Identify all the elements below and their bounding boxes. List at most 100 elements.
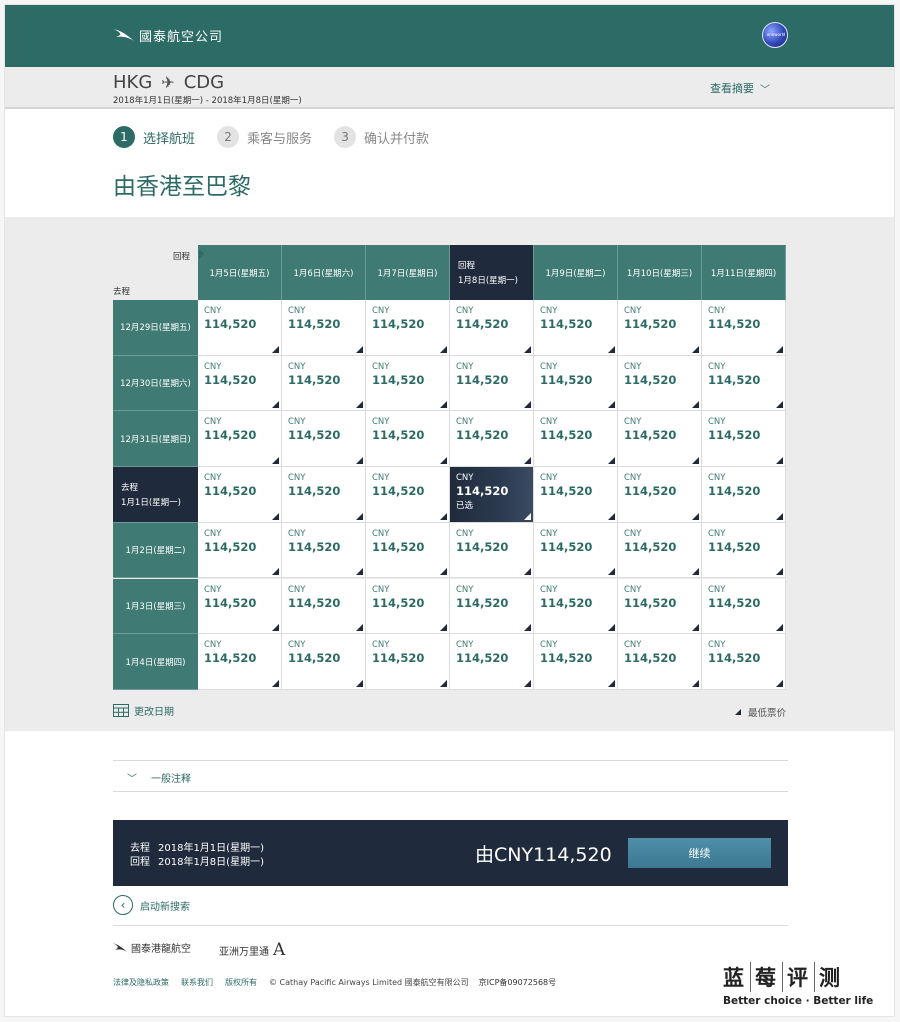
fare-cell[interactable]: CNY 114,520 [702,411,786,468]
selected-return-tag: 回程 [458,261,476,271]
fare-currency: CNY [288,306,306,316]
fare-amount: 114,520 [708,651,761,666]
fare-cell[interactable]: CNY 114,520 [618,300,702,356]
new-search-label: 启动新搜索 [140,901,190,913]
fare-cell[interactable]: CNY 114,520 [282,300,366,356]
fare-cell[interactable]: CNY 114,520 [366,634,450,690]
fare-cell[interactable]: CNY 114,520 [450,411,534,468]
total-price: 由CNY114,520 [475,844,612,866]
fare-cell[interactable]: CNY 114,520 [198,355,282,412]
lowest-fare-triangle-icon [272,679,279,687]
fare-cell[interactable]: CNY 114,520 [282,467,366,523]
fare-amount: 114,520 [540,428,593,443]
divider [113,760,788,761]
return-date-header: 回程 1月8日(星期一) [450,245,534,300]
fare-cell[interactable]: CNY 114,520 [198,467,282,523]
fare-currency: CNY [288,361,306,372]
change-date-link[interactable]: 更改日期 [113,703,174,718]
lowest-fare-triangle-icon [692,624,699,632]
lowest-fare-triangle-icon [692,679,699,687]
step-passengers: 2 乘客与服务 [217,126,312,148]
fare-cell[interactable]: CNY 114,520 [198,578,282,635]
fare-amount: 114,520 [624,317,677,331]
fare-cell[interactable]: CNY 114,520 [282,522,366,579]
fare-cell[interactable]: CNY 114,520 [618,355,702,412]
watermark-char: 评 [783,962,815,992]
fare-cell[interactable]: CNY 114,520 [198,411,282,468]
new-search-link[interactable]: ‹ 启动新搜索 [113,895,190,915]
brushwing-icon [114,29,134,41]
fare-cell[interactable]: CNY 114,520 已选 [450,467,534,523]
fare-cell[interactable]: CNY 114,520 [534,300,618,356]
lowest-fare-triangle-icon [692,345,699,353]
fare-cell[interactable]: CNY 114,520 [450,578,534,635]
fare-cell[interactable]: CNY 114,520 [702,467,786,523]
fare-cell[interactable]: CNY 114,520 [366,522,450,579]
return-date-label: 1月10日(星期三) [626,268,693,279]
fare-amount: 114,520 [456,372,509,387]
fare-currency: CNY [624,528,642,539]
fare-cell[interactable]: CNY 114,520 [702,634,786,690]
fare-cell[interactable]: CNY 114,520 [618,522,702,579]
cathay-logo[interactable]: 國泰航空公司 [113,25,223,45]
lowest-fare-triangle-icon [524,512,531,520]
fare-cell[interactable]: CNY 114,520 [618,578,702,635]
fare-cell[interactable]: CNY 114,520 [198,634,282,690]
fare-cell[interactable]: CNY 114,520 [534,467,618,523]
fare-amount: 114,520 [624,595,677,610]
fare-currency: CNY [540,584,558,595]
lowest-fare-triangle-icon [776,401,783,409]
fare-currency: CNY [624,361,642,372]
copyright-link[interactable]: 版权所有 [225,977,257,988]
fare-currency: CNY [204,361,222,372]
fare-currency: CNY [372,528,390,539]
fare-cell[interactable]: CNY 114,520 [534,522,618,579]
fare-cell[interactable]: CNY 114,520 [450,300,534,356]
lowest-fare-triangle-icon [608,568,615,576]
fare-cell[interactable]: CNY 114,520 [534,355,618,412]
fare-cell[interactable]: CNY 114,520 [366,467,450,523]
general-notes-toggle[interactable]: ﹀ 一般注释 [127,770,191,785]
fare-cell[interactable]: CNY 114,520 [702,300,786,356]
return-date-header: 1月11日(星期四) [702,245,786,300]
progress-steps: 1 选择航班 2 乘客与服务 3 确认并付款 [113,126,451,148]
fare-cell[interactable]: CNY 114,520 [618,467,702,523]
fare-amount: 114,520 [456,595,509,610]
fare-cell[interactable]: CNY 114,520 [198,522,282,579]
fare-cell[interactable]: CNY 114,520 [450,634,534,690]
legal-privacy-link[interactable]: 法律及隐私政策 [113,977,169,988]
fare-cell[interactable]: CNY 114,520 [702,355,786,412]
fare-currency: CNY [204,640,222,651]
fare-cell[interactable]: CNY 114,520 [366,300,450,356]
fare-cell[interactable]: CNY 114,520 [618,411,702,468]
fare-amount: 114,520 [204,539,257,554]
fare-cell[interactable]: CNY 114,520 [450,522,534,579]
fare-cell[interactable]: CNY 114,520 [534,411,618,468]
fare-cell[interactable]: CNY 114,520 [282,411,366,468]
fare-cell[interactable]: CNY 114,520 [282,578,366,635]
lowest-fare-triangle-icon [692,568,699,576]
fare-cell[interactable]: CNY 114,520 [282,634,366,690]
fare-cell[interactable]: CNY 114,520 [534,634,618,690]
contact-us-link[interactable]: 联系我们 [181,977,213,988]
fare-cell[interactable]: CNY 114,520 [618,634,702,690]
fare-cell[interactable]: CNY 114,520 [366,411,450,468]
fare-cell[interactable]: CNY 114,520 [198,300,282,356]
fare-cell[interactable]: CNY 114,520 [702,522,786,579]
fare-amount: 114,520 [624,372,677,387]
fare-cell[interactable]: CNY 114,520 [534,578,618,635]
fare-currency: CNY [456,417,474,428]
fare-amount: 114,520 [624,484,677,499]
fare-currency: CNY [372,473,390,484]
fare-cell[interactable]: CNY 114,520 [702,578,786,635]
fare-amount: 114,520 [456,651,509,666]
continue-button[interactable]: 继续 [628,838,771,868]
fare-cell[interactable]: CNY 114,520 [282,355,366,412]
fare-cell[interactable]: CNY 114,520 [450,355,534,412]
lowest-fare-triangle-icon [692,512,699,520]
fare-cell[interactable]: CNY 114,520 [366,355,450,412]
view-summary-link[interactable]: 查看摘要 ﹀ [710,80,770,96]
fare-cell[interactable]: CNY 114,520 [366,578,450,635]
watermark: 蓝 莓 评 测 Better choice · Better life [719,962,873,1007]
fare-amount: 114,520 [204,372,257,387]
